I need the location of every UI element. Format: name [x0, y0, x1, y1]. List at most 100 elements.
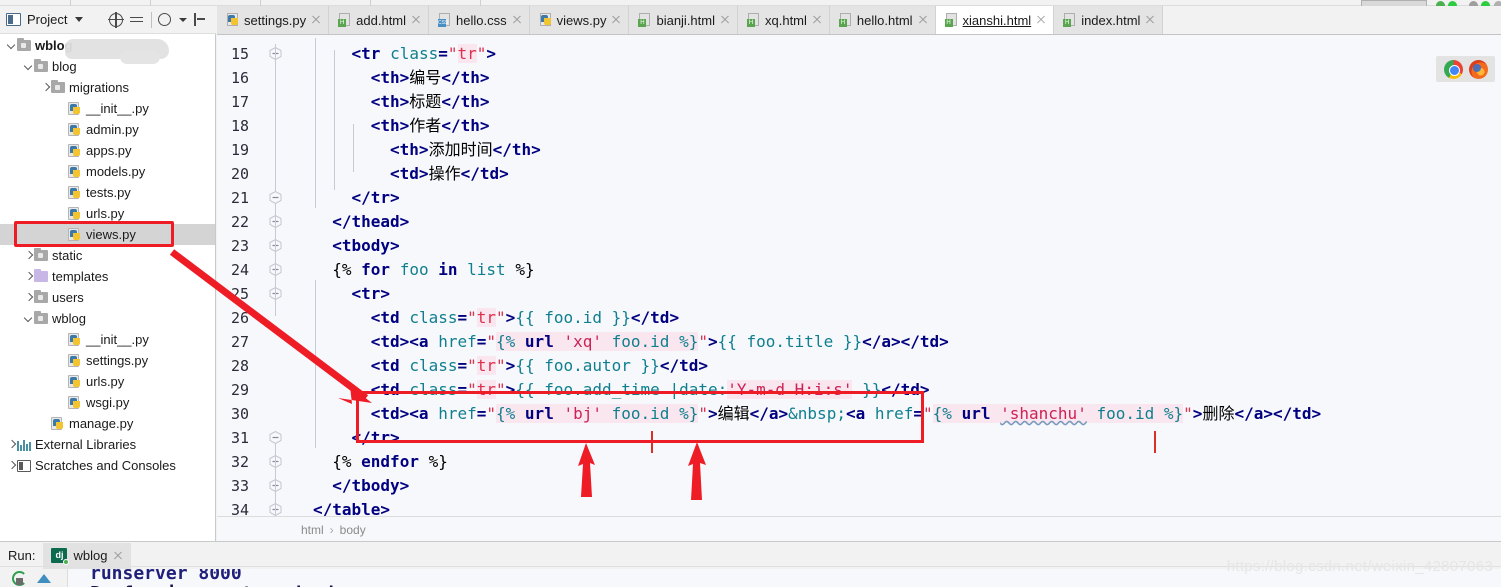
chevron-down-icon[interactable]: [23, 61, 34, 72]
editor-code-area[interactable]: <tr class="tr"> <th>编号</th> <th>标题</th> <th…: [295, 35, 1501, 516]
code-line-29[interactable]: <td class="tr">{{ foo.add_time |date:'Y-…: [371, 378, 930, 402]
chevron-right-icon[interactable]: [23, 292, 34, 303]
code-line-34[interactable]: </table>: [313, 498, 390, 516]
code-line-19[interactable]: <th>添加时间</th>: [390, 138, 541, 162]
fold-marker[interactable]: [269, 431, 282, 444]
hide-panel-icon[interactable]: [193, 13, 206, 26]
project-tree[interactable]: wblog blog migrations __init__.py admin.py ap…: [0, 35, 215, 516]
chevron-down-icon[interactable]: [75, 17, 84, 22]
code-line-24[interactable]: {% for foo in list %}: [332, 258, 534, 282]
code-line-32[interactable]: {% endfor %}: [332, 450, 448, 474]
run-tab-wblog[interactable]: dj wblog: [43, 542, 132, 569]
tree-item-models-py[interactable]: models.py: [0, 161, 215, 182]
chevron-down-icon[interactable]: [23, 313, 34, 324]
tab-label: hello.html: [856, 12, 913, 28]
tree-item-settings-py[interactable]: settings.py: [0, 350, 215, 371]
code-line-20[interactable]: <td>操作</td>: [390, 162, 509, 186]
code-editor[interactable]: 15 16 17 18 19 20 21 22 23 24 25 26 27 28 29 30 31 32 33 34…: [217, 35, 1501, 516]
tree-item-blog[interactable]: blog: [0, 56, 215, 77]
tree-item-scratches-and-consoles[interactable]: Scratches and Consoles: [0, 455, 215, 476]
chevron-right-icon[interactable]: [40, 82, 51, 93]
tree-item-tests-py[interactable]: tests.py: [0, 182, 215, 203]
code-line-33[interactable]: </tbody>: [332, 474, 409, 498]
chevron-down-icon[interactable]: [6, 40, 17, 51]
code-line-22[interactable]: </thead>: [332, 210, 409, 234]
gear-icon[interactable]: [158, 13, 172, 26]
fold-collapse-icon[interactable]: [269, 191, 282, 204]
chevron-right-icon[interactable]: [6, 460, 17, 471]
code-line-25[interactable]: <tr>: [352, 282, 391, 306]
tree-item-views-py[interactable]: views.py: [0, 224, 215, 245]
code-line-27[interactable]: <td><a href="{% url 'xq' foo.id %}">{{ f…: [371, 330, 949, 354]
tree-item-wsgi-py[interactable]: wsgi.py: [0, 392, 215, 413]
chevron-right-icon[interactable]: [23, 250, 34, 261]
tab-hello-html[interactable]: Hhello.html: [829, 6, 936, 34]
tree-item-admin-py[interactable]: admin.py: [0, 119, 215, 140]
close-icon[interactable]: [1036, 15, 1046, 25]
code-line-31[interactable]: </tr>: [352, 426, 400, 450]
tab-xianshi-html[interactable]: Hxianshi.html: [935, 6, 1055, 34]
tab-xq-html[interactable]: Hxq.html: [738, 6, 830, 34]
tree-item-migrations[interactable]: migrations: [0, 77, 215, 98]
gear-chevron-icon[interactable]: [179, 17, 188, 22]
editor-tab-bar[interactable]: settings.py Hadd.html CSS hello.css views.py…: [217, 6, 1501, 35]
fold-marker[interactable]: [269, 191, 282, 204]
close-icon[interactable]: [113, 551, 123, 561]
close-icon[interactable]: [918, 15, 928, 25]
code-line-17[interactable]: <th>标题</th>: [371, 90, 490, 114]
code-line-28[interactable]: <td class="tr">{{ foo.autor }}</td>: [371, 354, 708, 378]
browser-preview-toolbar[interactable]: [1436, 56, 1495, 82]
code-line-23[interactable]: <tbody>: [332, 234, 399, 258]
tab-views-py[interactable]: views.py: [529, 6, 630, 34]
collapse-all-icon[interactable]: [129, 12, 145, 28]
close-icon[interactable]: [720, 15, 730, 25]
css-file-icon: CSS: [438, 13, 451, 27]
tab-hello-css[interactable]: CSS hello.css: [429, 6, 530, 34]
html-file-icon: H: [638, 13, 651, 27]
tree-item-label: urls.py: [86, 206, 125, 221]
tree-item--init-py[interactable]: __init__.py: [0, 98, 215, 119]
tree-item-manage-py[interactable]: manage.py: [0, 413, 215, 434]
rerun-icon[interactable]: [12, 570, 27, 586]
console-side-toolbar[interactable]: [0, 569, 68, 587]
tree-item-static[interactable]: static: [0, 245, 215, 266]
code-line-21[interactable]: </tr>: [352, 186, 400, 210]
chrome-icon[interactable]: [1443, 59, 1463, 79]
folder-icon: [17, 37, 31, 51]
tree-item-urls-py[interactable]: urls.py: [0, 371, 215, 392]
scroll-from-source-icon[interactable]: [108, 11, 125, 28]
code-line-26[interactable]: <td class="tr">{{ foo.id }}</td>: [371, 306, 679, 330]
tree-item-users[interactable]: users: [0, 287, 215, 308]
breadcrumb-leaf[interactable]: body: [340, 523, 366, 537]
tree-item-label: templates: [52, 269, 109, 284]
tree-item-wblog[interactable]: wblog: [0, 308, 215, 329]
breadcrumb-root[interactable]: html: [301, 523, 324, 537]
breadcrumb[interactable]: html › body: [295, 521, 366, 539]
scroll-up-icon[interactable]: [37, 573, 51, 583]
tree-item-templates[interactable]: templates: [0, 266, 215, 287]
code-line-15[interactable]: <tr class="tr">: [352, 42, 496, 66]
tree-item--init-py[interactable]: __init__.py: [0, 329, 215, 350]
code-line-18[interactable]: <th>作者</th>: [371, 114, 490, 138]
tree-item-external-libraries[interactable]: External Libraries: [0, 434, 215, 455]
code-line-16[interactable]: <th>编号</th>: [371, 66, 490, 90]
close-icon[interactable]: [311, 15, 321, 25]
close-icon[interactable]: [1145, 15, 1155, 25]
close-icon[interactable]: [812, 15, 822, 25]
tab-add-html[interactable]: Hadd.html: [329, 6, 430, 34]
close-icon[interactable]: [512, 15, 522, 25]
close-icon[interactable]: [611, 15, 621, 25]
firefox-icon[interactable]: [1468, 59, 1488, 79]
fold-collapse-icon[interactable]: [269, 431, 282, 444]
tree-item-label: users: [52, 290, 84, 305]
tab-settings-py[interactable]: settings.py: [217, 6, 330, 34]
close-icon[interactable]: [411, 15, 421, 25]
editor-gutter[interactable]: 15 16 17 18 19 20 21 22 23 24 25 26 27 28 29 30 31 32 33 34: [217, 35, 295, 516]
tree-item-apps-py[interactable]: apps.py: [0, 140, 215, 161]
chevron-right-icon[interactable]: [6, 439, 17, 450]
tab-index-html[interactable]: Hindex.html: [1054, 6, 1164, 34]
tab-bianji-html[interactable]: Hbianji.html: [629, 6, 738, 34]
tree-item-urls-py[interactable]: urls.py: [0, 203, 215, 224]
chevron-right-icon[interactable]: [23, 271, 34, 282]
code-line-30[interactable]: <td><a href="{% url 'bj' foo.id %}">编辑</…: [371, 402, 1321, 426]
